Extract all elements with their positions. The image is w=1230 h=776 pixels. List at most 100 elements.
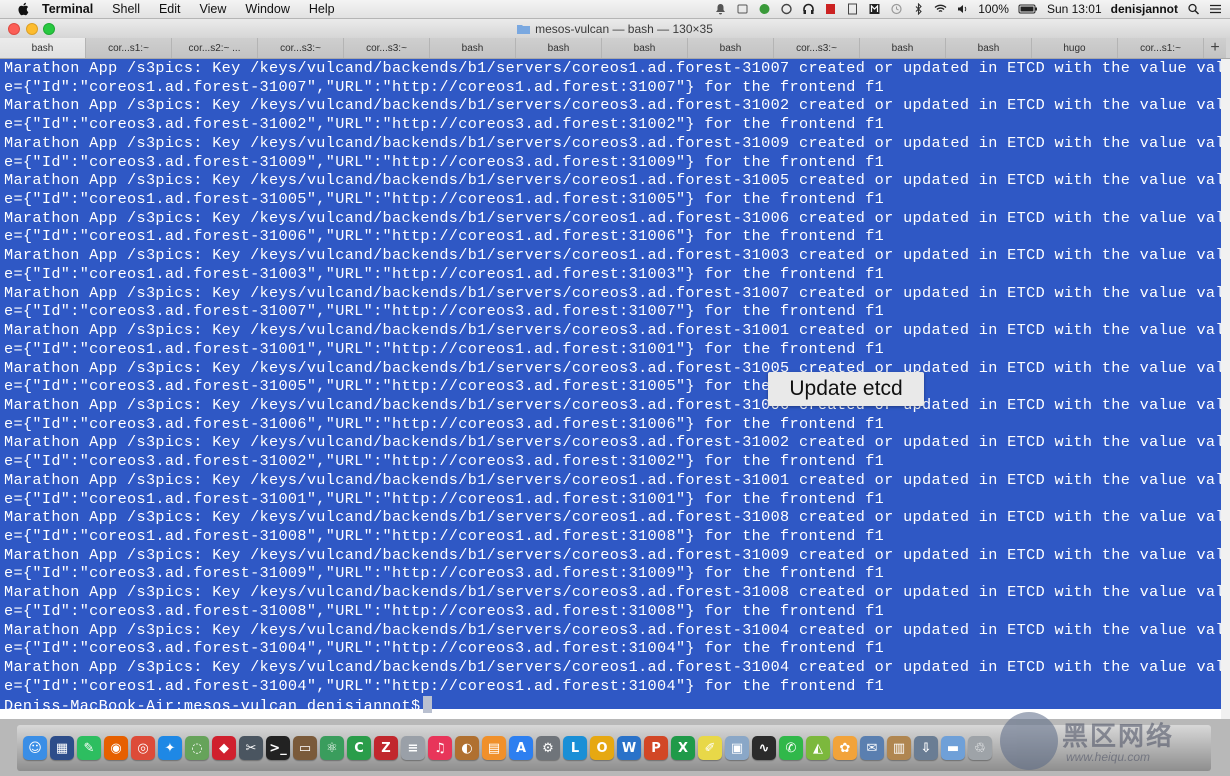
excel-icon[interactable]: X — [671, 736, 695, 760]
firefox-icon[interactable]: ◉ — [104, 736, 128, 760]
tab-bash-7[interactable]: bash — [946, 38, 1032, 58]
disk-icon[interactable]: ≡ — [401, 736, 425, 760]
tab-bash-2[interactable]: bash — [430, 38, 516, 58]
terminal-line: Marathon App /s3pics: Key /keys/vulcand/… — [4, 208, 1230, 227]
tab-coreos3[interactable]: cor...s3:~ — [258, 38, 344, 58]
tab-coreos3-c[interactable]: cor...s3:~ — [774, 38, 860, 58]
terminal-icon[interactable]: >_ — [266, 736, 290, 760]
terminal-line: Marathon App /s3pics: Key /keys/vulcand/… — [4, 658, 1230, 677]
terminal-line: e={"Id":"coreos3.ad.forest-31002","URL":… — [4, 452, 885, 471]
documents-icon[interactable]: ▥ — [887, 736, 911, 760]
appstore-icon[interactable]: A — [509, 736, 533, 760]
mail-icon[interactable]: ✉ — [860, 736, 884, 760]
terminal-line: Marathon App /s3pics: Key /keys/vulcand/… — [4, 246, 1230, 265]
prompt-line: Deniss-MacBook-Air:mesos-vulcan denisjan… — [4, 696, 433, 715]
system-prefs-icon[interactable]: ⚙ — [536, 736, 560, 760]
terminal-line: Marathon App /s3pics: Key /keys/vulcand/… — [4, 321, 1230, 340]
dashboard-icon[interactable]: ▦ — [50, 736, 74, 760]
evernote-icon[interactable]: ✎ — [77, 736, 101, 760]
chrome-icon[interactable]: ◎ — [131, 736, 155, 760]
terminal-line: e={"Id":"coreos1.ad.forest-31004","URL":… — [4, 676, 885, 695]
menu-m-icon[interactable] — [868, 3, 881, 15]
safari-icon[interactable]: ✦ — [158, 736, 182, 760]
menu-extra-icon[interactable] — [736, 3, 749, 15]
photos-icon[interactable]: ✿ — [833, 736, 857, 760]
preview-icon[interactable]: ▣ — [725, 736, 749, 760]
terminal-line: e={"Id":"coreos1.ad.forest-31005","URL":… — [4, 190, 885, 209]
tab-coreos1-b[interactable]: cor...s1:~ — [1118, 38, 1204, 58]
tab-bash[interactable]: bash — [0, 38, 86, 58]
atom-icon[interactable]: ⚛ — [320, 736, 344, 760]
apple-icon[interactable] — [16, 2, 30, 16]
word-icon[interactable]: W — [617, 736, 641, 760]
scanner-icon[interactable]: ▭ — [293, 736, 317, 760]
watermark-url: www.heiqu.com — [1066, 750, 1151, 764]
network-icon[interactable]: ◌ — [185, 736, 209, 760]
clock[interactable]: Sun 13:01 — [1047, 2, 1102, 16]
notification-bell-icon[interactable] — [714, 3, 727, 15]
terminal-output[interactable]: Marathon App /s3pics: Key /keys/vulcand/… — [0, 59, 1230, 719]
wifi-icon[interactable] — [934, 3, 947, 15]
headphones-icon[interactable] — [802, 3, 815, 15]
zoom-window-button[interactable] — [43, 23, 55, 35]
downloads-icon[interactable]: ⇩ — [914, 736, 938, 760]
battery-icon[interactable] — [1018, 3, 1038, 15]
terminal-line: Marathon App /s3pics: Key /keys/vulcand/… — [4, 433, 1230, 452]
document-icon[interactable] — [846, 3, 859, 15]
new-tab-button[interactable]: + — [1204, 38, 1226, 58]
close-window-button[interactable] — [8, 23, 20, 35]
android-icon[interactable]: ◭ — [806, 736, 830, 760]
terminal-line: e={"Id":"coreos1.ad.forest-31008","URL":… — [4, 527, 885, 545]
screenshot-icon[interactable]: ✂ — [239, 736, 263, 760]
notes-icon[interactable]: ✐ — [698, 736, 722, 760]
outlook-icon[interactable]: O — [590, 736, 614, 760]
menu-help[interactable]: Help — [309, 2, 335, 16]
messages-icon[interactable]: ✆ — [779, 736, 803, 760]
tab-bash-5[interactable]: bash — [688, 38, 774, 58]
folder-icon[interactable]: ▬ — [941, 736, 965, 760]
tab-coreos3-b[interactable]: cor...s3:~ — [344, 38, 430, 58]
terminal-line: e={"Id":"coreos3.ad.forest-31006","URL":… — [4, 414, 885, 433]
ibooks-icon[interactable]: ▤ — [482, 736, 506, 760]
terminal-line: Marathon App /s3pics: Key /keys/vulcand/… — [4, 470, 1230, 489]
scrollbar[interactable] — [1221, 59, 1230, 719]
folder-icon — [517, 24, 531, 34]
menu-edit[interactable]: Edit — [159, 2, 181, 16]
menu-app-terminal[interactable]: Terminal — [42, 2, 93, 16]
activity-monitor-icon[interactable]: ∿ — [752, 736, 776, 760]
minimize-window-button[interactable] — [26, 23, 38, 35]
spotlight-search-icon[interactable] — [1187, 3, 1200, 15]
time-machine-icon[interactable] — [890, 3, 903, 15]
tab-coreos2[interactable]: cor...s2:~ ... — [172, 38, 258, 58]
audio-icon[interactable]: ◐ — [455, 736, 479, 760]
menu-view[interactable]: View — [200, 2, 227, 16]
powerpoint-icon[interactable]: P — [644, 736, 668, 760]
shell-prompt: Deniss-MacBook-Air:mesos-vulcan denisjan… — [4, 697, 421, 715]
tab-bar: bash cor...s1:~ cor...s2:~ ... cor...s3:… — [0, 38, 1230, 59]
tab-bash-4[interactable]: bash — [602, 38, 688, 58]
filezilla-icon[interactable]: Z — [374, 736, 398, 760]
terminal-line: Marathon App /s3pics: Key /keys/vulcand/… — [4, 171, 1230, 190]
tab-hugo[interactable]: hugo — [1032, 38, 1118, 58]
menu-shell[interactable]: Shell — [112, 2, 140, 16]
finder-icon[interactable]: ☺ — [23, 736, 47, 760]
menu-window[interactable]: Window — [245, 2, 289, 16]
volume-icon[interactable] — [956, 3, 969, 15]
record-icon[interactable] — [824, 3, 837, 15]
keynote-icon[interactable]: ◆ — [212, 736, 236, 760]
lync-icon[interactable]: L — [563, 736, 587, 760]
terminal-line: Marathon App /s3pics: Key /keys/vulcand/… — [4, 508, 1230, 527]
bluetooth-icon[interactable] — [912, 3, 925, 15]
cloud-icon[interactable] — [780, 3, 793, 15]
evernote-menu-icon[interactable] — [758, 3, 771, 15]
tab-coreos1[interactable]: cor...s1:~ — [86, 38, 172, 58]
trash-icon[interactable]: ♲ — [968, 736, 992, 760]
terminal-line: Marathon App /s3pics: Key /keys/vulcand/… — [4, 545, 1230, 564]
user-name[interactable]: denisjannot — [1111, 2, 1178, 16]
tab-bash-6[interactable]: bash — [860, 38, 946, 58]
notification-center-icon[interactable] — [1209, 3, 1222, 15]
terminal-line: e={"Id":"coreos3.ad.forest-31007","URL":… — [4, 302, 885, 321]
itunes-icon[interactable]: ♫ — [428, 736, 452, 760]
citrix-icon[interactable]: C — [347, 736, 371, 760]
tab-bash-3[interactable]: bash — [516, 38, 602, 58]
